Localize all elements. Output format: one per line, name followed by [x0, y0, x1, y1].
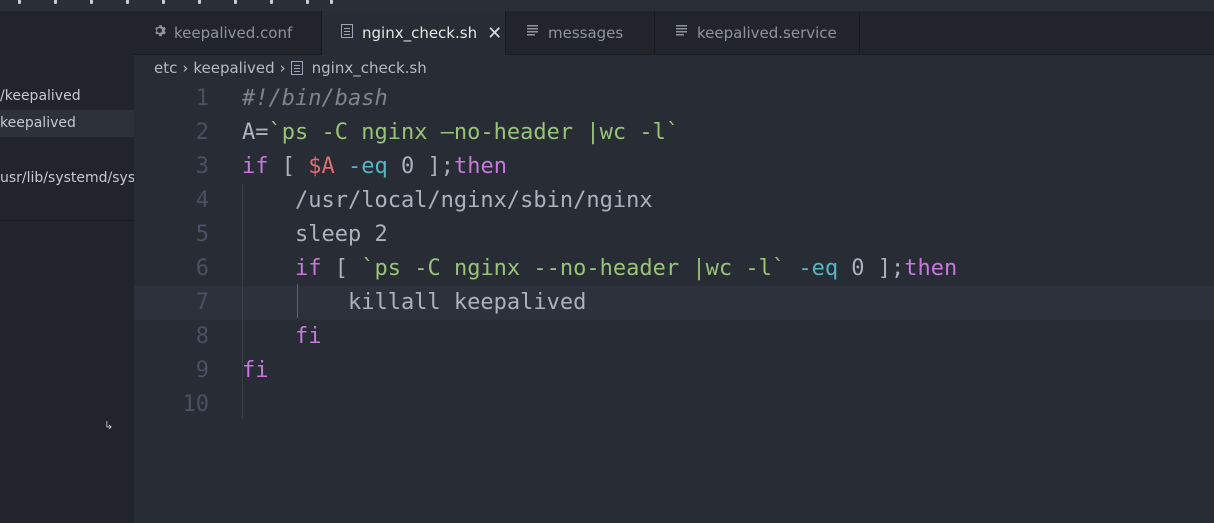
code-token: A= [242, 120, 269, 145]
file-icon [290, 60, 304, 75]
chevron-right-icon: › [182, 59, 189, 77]
chevron-right-icon: › [279, 59, 286, 77]
tab-keepalived-conf[interactable]: keepalived.conf [134, 11, 322, 54]
code-token: fi [242, 358, 269, 383]
code-token: killall keepalived [242, 290, 587, 315]
breadcrumb: etc › keepalived › nginx_check.sh [154, 58, 427, 78]
code-token: 0 ]; [838, 256, 905, 281]
code-token: [ [321, 256, 362, 281]
code-token: [ [268, 154, 309, 179]
line-number: 10 [182, 392, 210, 417]
code-token: sleep 2 [242, 222, 388, 247]
code-token: if [294, 256, 322, 281]
code-line[interactable]: 8 fi [134, 320, 1214, 354]
code-token: 0 ]; [387, 154, 454, 179]
code-text: if [ `ps -C nginx --no-header |wc -l` -e… [242, 252, 957, 286]
code-token: then [904, 256, 958, 281]
indent-guide [242, 184, 243, 419]
breadcrumb-item-etc[interactable]: etc [154, 59, 177, 77]
sidebar-item-systemd[interactable]: usr/lib/systemd/sys... [0, 165, 134, 192]
tab-label: messages [548, 23, 624, 42]
code-token: #!/bin/bash [242, 86, 388, 111]
sidebar: /keepalived keepalived usr/lib/systemd/s… [0, 11, 134, 523]
tab-label: nginx_check.sh [362, 24, 478, 42]
line-number: 9 [195, 358, 209, 383]
code-text: killall keepalived [242, 286, 586, 320]
line-number: 1 [195, 86, 209, 111]
line-number: 7 [195, 290, 209, 315]
code-line[interactable]: 9 fi [134, 354, 1214, 388]
line-number: 4 [195, 188, 209, 213]
title-bar-strip [0, 0, 1214, 11]
code-text: sleep 2 [242, 218, 388, 252]
tab-label: keepalived.conf [174, 23, 293, 42]
code-text: if [ $A -eq 0 ];then [242, 150, 507, 184]
code-text: fi [242, 320, 322, 354]
tab-nginx-check-sh[interactable]: nginx_check.sh ✕ [322, 11, 506, 55]
sidebar-item-keepalived-path[interactable]: /keepalived [0, 83, 134, 110]
code-line[interactable]: 1 #!/bin/bash [134, 82, 1214, 116]
code-line[interactable]: 6 if [ `ps -C nginx --no-header |wc -l` … [134, 252, 1214, 286]
code-token: `ps -C nginx --no-header |wc -l` [361, 256, 786, 281]
lines-icon [526, 25, 540, 40]
code-text: /usr/local/nginx/sbin/nginx [242, 184, 653, 218]
tab-messages[interactable]: messages [506, 11, 655, 54]
code-token: `ps -C nginx –no-header |wc -l` [268, 120, 680, 145]
code-editor[interactable]: 1 #!/bin/bash 2 A=`ps -C nginx –no-header |… [134, 82, 1214, 523]
line-number: 2 [195, 120, 209, 145]
code-line[interactable]: 3 if [ $A -eq 0 ];then [134, 150, 1214, 184]
code-line[interactable]: 4 /usr/local/nginx/sbin/nginx [134, 184, 1214, 218]
code-line[interactable]: 5 sleep 2 [134, 218, 1214, 252]
breadcrumb-item-file[interactable]: nginx_check.sh [312, 59, 427, 77]
file-icon [340, 24, 354, 42]
gear-icon [152, 24, 166, 41]
code-token: then [453, 154, 507, 179]
code-token: -eq [785, 256, 839, 281]
close-icon[interactable]: ✕ [487, 23, 502, 44]
code-line-current[interactable]: 7 killall keepalived [134, 286, 1214, 320]
code-line[interactable]: 2 A=`ps -C nginx –no-header |wc -l` [134, 116, 1214, 150]
sidebar-item-keepalived[interactable]: keepalived [0, 110, 134, 137]
line-number: 6 [195, 256, 209, 281]
line-number: 8 [195, 324, 209, 349]
breadcrumb-item-keepalived[interactable]: keepalived [193, 59, 274, 77]
lines-icon [675, 25, 689, 40]
code-token: -eq [334, 154, 388, 179]
code-text: fi [242, 354, 269, 388]
line-number: 3 [195, 154, 209, 179]
tab-keepalived-service[interactable]: keepalived.service [655, 11, 860, 54]
tab-label: keepalived.service [697, 23, 837, 42]
code-token: $A [308, 154, 335, 179]
open-files-list: /keepalived keepalived usr/lib/systemd/s… [0, 11, 134, 221]
code-token: /usr/local/nginx/sbin/nginx [242, 188, 653, 213]
line-number: 5 [195, 222, 209, 247]
indent-guide-active [297, 284, 298, 318]
tab-bar: keepalived.conf nginx_check.sh ✕ message… [134, 11, 1214, 55]
code-token: if [242, 154, 269, 179]
code-text: A=`ps -C nginx –no-header |wc -l` [242, 116, 679, 150]
mouse-cursor-icon: ↳ [104, 419, 114, 432]
code-token: fi [294, 324, 322, 349]
code-line[interactable]: 10 [134, 388, 1214, 422]
code-text: #!/bin/bash [242, 82, 388, 116]
